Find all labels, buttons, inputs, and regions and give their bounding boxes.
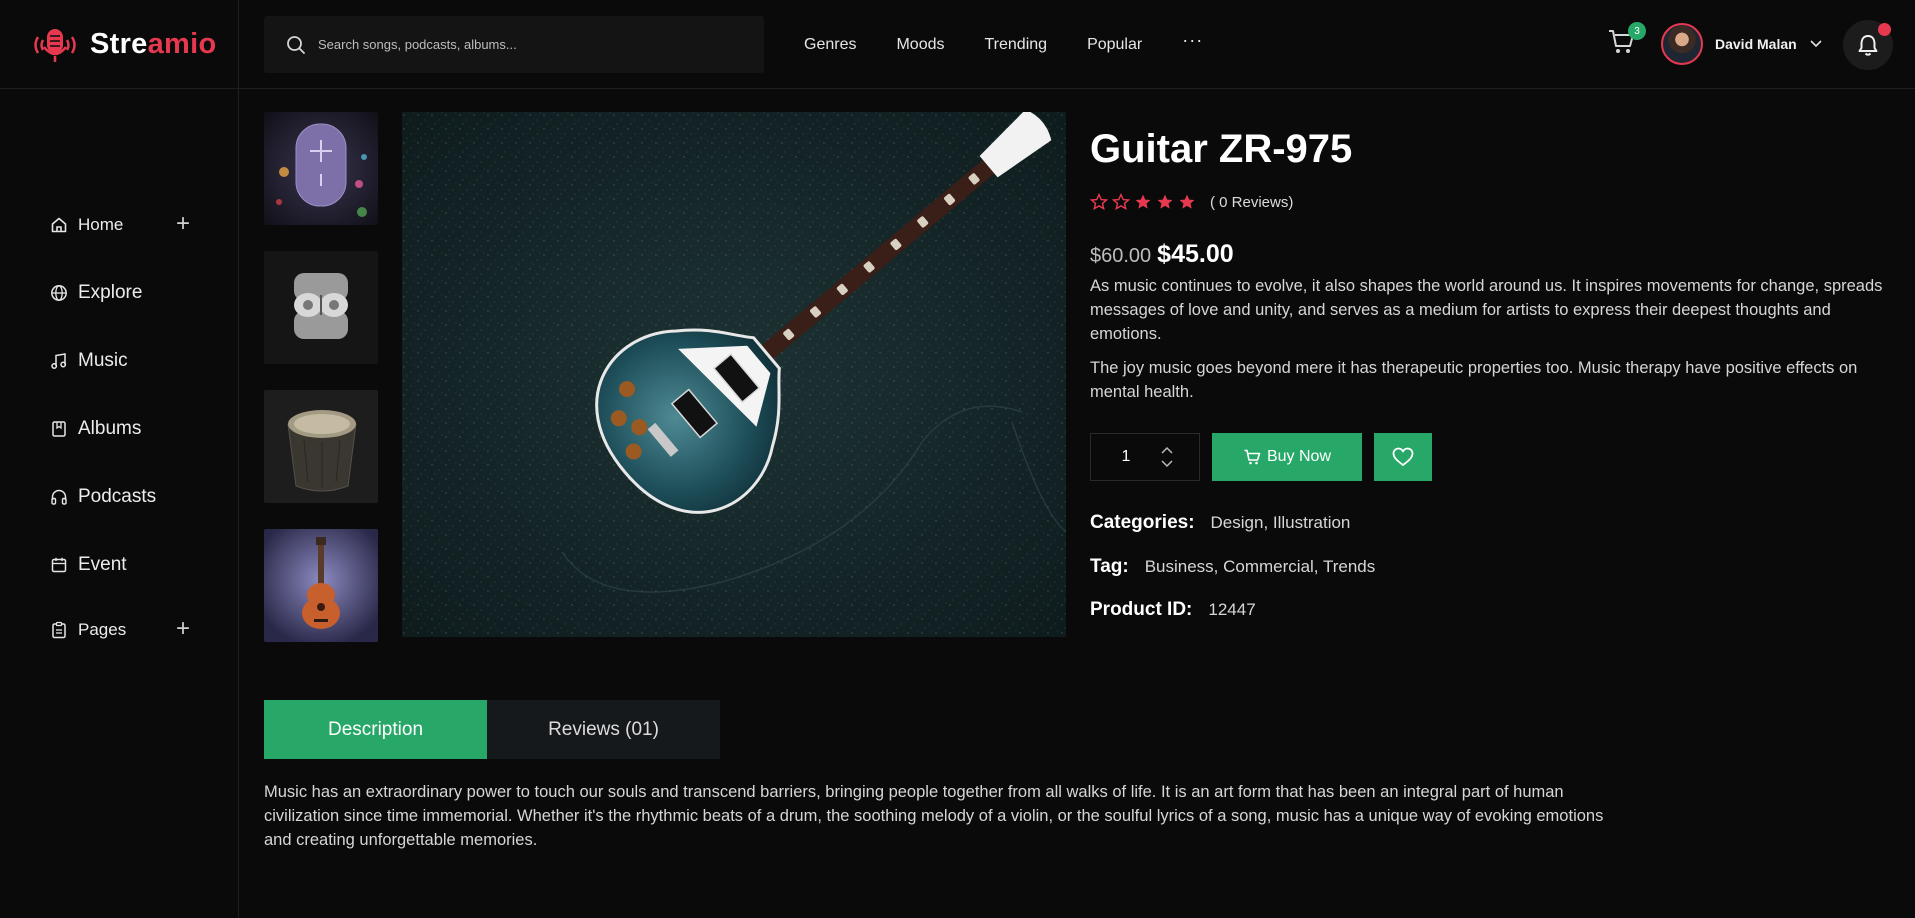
rating-stars: ( 0 Reviews) xyxy=(1090,193,1293,211)
categories-value[interactable]: Design, Illustration xyxy=(1211,513,1351,533)
search-input[interactable] xyxy=(318,37,738,52)
album-icon xyxy=(52,421,66,437)
sidebar-item-label: Podcasts xyxy=(78,486,157,507)
brand-name: Streamio xyxy=(90,28,217,60)
sidebar-item-albums[interactable]: Albums xyxy=(50,414,190,444)
headphones-icon xyxy=(51,489,67,505)
nav-genres[interactable]: Genres xyxy=(804,36,856,54)
notification-dot xyxy=(1878,23,1891,36)
more-menu-icon[interactable]: ··· xyxy=(1182,30,1203,51)
product-id-value: 12447 xyxy=(1208,600,1256,619)
sidebar-item-event[interactable]: Event xyxy=(50,550,190,580)
drum-thumbnail[interactable] xyxy=(264,390,378,503)
cart-button[interactable]: 3 xyxy=(1606,22,1646,60)
tab-description[interactable]: Description xyxy=(264,700,487,759)
cart-count-badge: 3 xyxy=(1628,22,1646,40)
sidebar-item-label: Pages xyxy=(78,620,127,639)
home-icon xyxy=(51,217,67,233)
guitar-thumbnail[interactable] xyxy=(264,529,378,642)
heart-icon xyxy=(1392,447,1414,467)
cart-icon xyxy=(1244,449,1261,465)
tags-value[interactable]: Business, Commercial, Trends xyxy=(1145,557,1376,577)
star-filled-icon xyxy=(1157,194,1173,209)
increment-chevron-up-icon[interactable] xyxy=(1161,446,1173,454)
microphone-logo-icon xyxy=(34,28,76,62)
old-price: $60.00 xyxy=(1090,245,1152,267)
globe-icon xyxy=(51,285,67,301)
top-header: Streamio Genres Moods Trending Popular ·… xyxy=(0,0,1915,89)
reviews-count[interactable]: ( 0 Reviews) xyxy=(1210,194,1293,211)
nav-moods[interactable]: Moods xyxy=(896,36,944,54)
clipboard-icon xyxy=(52,621,66,639)
buy-now-button[interactable]: Buy Now xyxy=(1212,433,1362,481)
notifications-button[interactable] xyxy=(1843,20,1893,70)
sidebar-item-home[interactable]: Home + xyxy=(50,210,190,240)
quantity-value[interactable]: 1 xyxy=(1091,448,1161,466)
product-tabs: Description Reviews (01) xyxy=(264,700,720,759)
sidebar-item-podcasts[interactable]: Podcasts xyxy=(50,482,190,512)
tab-reviews[interactable]: Reviews (01) xyxy=(487,700,720,759)
star-filled-icon xyxy=(1135,194,1151,209)
nav-trending[interactable]: Trending xyxy=(985,36,1048,54)
buy-now-label: Buy Now xyxy=(1266,448,1332,465)
product-description-2: The joy music goes beyond mere it has th… xyxy=(1090,359,1858,401)
quantity-stepper[interactable]: 1 xyxy=(1090,433,1200,481)
sidebar-item-music[interactable]: Music xyxy=(50,346,190,376)
sidebar-item-label: Event xyxy=(78,554,127,575)
sidebar-item-label: Music xyxy=(78,350,128,371)
expand-plus-icon[interactable]: + xyxy=(176,617,190,641)
star-empty-icon xyxy=(1112,193,1130,211)
brand-logo[interactable]: Streamio xyxy=(0,0,239,89)
bell-icon xyxy=(1858,35,1878,56)
user-name: David Malan xyxy=(1715,36,1797,52)
guitar-main-image xyxy=(402,112,1066,637)
product-title: Guitar ZR-975 xyxy=(1090,127,1353,171)
sidebar-item-label: Albums xyxy=(78,418,142,439)
star-empty-icon xyxy=(1090,193,1108,211)
current-price: $45.00 xyxy=(1157,240,1234,268)
product-id-row: Product ID: 12447 xyxy=(1090,599,1256,621)
expand-plus-icon[interactable]: + xyxy=(176,212,190,236)
sidebar: Home + Explore Music Albums Podcasts Eve… xyxy=(0,89,239,918)
product-description-1: As music continues to evolve, it also sh… xyxy=(1090,277,1883,343)
search-icon xyxy=(287,35,305,54)
decrement-chevron-down-icon[interactable] xyxy=(1161,460,1173,468)
chevron-down-icon[interactable] xyxy=(1809,37,1823,51)
avatar[interactable] xyxy=(1661,23,1703,65)
nav-popular[interactable]: Popular xyxy=(1087,36,1142,54)
categories-label: Categories: xyxy=(1090,512,1195,533)
top-navigation: Genres Moods Trending Popular ··· xyxy=(804,0,1203,89)
earbuds-thumbnail[interactable] xyxy=(264,251,378,364)
sidebar-item-explore[interactable]: Explore xyxy=(50,278,190,308)
tags-label: Tag: xyxy=(1090,556,1129,577)
search-bar[interactable] xyxy=(264,16,764,73)
star-filled-icon xyxy=(1179,194,1195,209)
music-note-icon xyxy=(51,353,67,369)
speaker-thumbnail[interactable] xyxy=(264,112,378,225)
calendar-icon xyxy=(51,557,67,573)
sidebar-item-pages[interactable]: Pages + xyxy=(50,615,190,645)
categories-row: Categories: Design, Illustration xyxy=(1090,512,1350,534)
price: $60.00 $45.00 xyxy=(1090,240,1234,269)
wishlist-button[interactable] xyxy=(1374,433,1432,481)
long-description: Music has an extraordinary power to touc… xyxy=(264,783,1604,849)
sidebar-item-label: Home xyxy=(78,215,124,234)
product-id-label: Product ID: xyxy=(1090,599,1193,620)
user-menu[interactable]: David Malan xyxy=(1661,23,1823,65)
tags-row: Tag: Business, Commercial, Trends xyxy=(1090,556,1375,578)
sidebar-item-label: Explore xyxy=(78,282,143,303)
